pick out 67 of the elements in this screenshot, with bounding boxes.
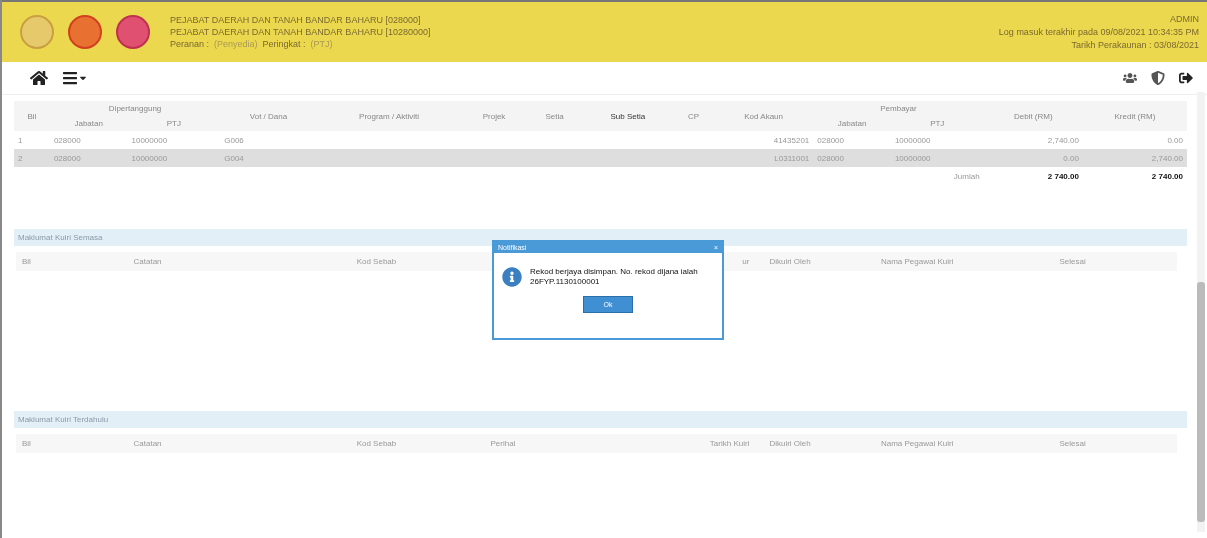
- column-header: Kod Sebab: [356, 257, 398, 266]
- table-cell: 028000: [49, 131, 128, 149]
- column-header: Setia: [526, 101, 583, 131]
- table-cell: G004: [220, 149, 317, 167]
- last-login: Log masuk terakhir pada 09/08/2021 10:34:35 PM: [998, 27, 1199, 37]
- users-icon[interactable]: [1123, 71, 1137, 85]
- column-header: Catatan: [133, 439, 163, 448]
- column-header: Nama Pegawai Kuiri: [880, 439, 955, 448]
- column-header: Program / Aktiviti: [316, 101, 462, 131]
- table-cell: G006: [220, 131, 317, 149]
- office-name: PEJABAT DAERAH DAN TANAH BANDAR BAHARU [10280000]: [170, 27, 432, 37]
- column-header: Jabatan: [49, 116, 128, 131]
- table-cell: 10000000: [127, 131, 221, 149]
- table-cell: 10000000: [890, 131, 984, 149]
- column-header: Bil: [22, 439, 32, 448]
- column-header: Pembayar: [813, 101, 984, 116]
- home-icon[interactable]: [30, 69, 48, 87]
- column-header: Dikuiri Oleh: [769, 257, 812, 266]
- column-header: Nama Pegawai Kuiri: [880, 257, 955, 266]
- column-header: CP: [673, 101, 714, 131]
- accounting-date: Tarikh Perakaunan : 03/08/2021: [1071, 40, 1199, 50]
- column-header: PTJ: [127, 116, 221, 131]
- column-header: Tarikh Kuiri: [708, 439, 751, 448]
- section-title: Maklumat Kuiri Semasa: [14, 229, 1187, 246]
- column-header: Selesai: [1059, 257, 1087, 266]
- column-header: Dikuiri Oleh: [769, 439, 812, 448]
- section-title: Maklumat Kuiri Terdahulu: [14, 411, 1187, 428]
- column-header: Debit (RM): [983, 101, 1083, 131]
- column-header: Perihal: [490, 439, 517, 448]
- column-header: Bil: [14, 101, 50, 131]
- level-label: Peringkat :: [262, 39, 306, 49]
- round-logo: [116, 15, 150, 49]
- table-row[interactable]: 1 028000 10000000 G006 41435201 028000 10000000 2,740.00 0.00: [14, 131, 1187, 149]
- column-header: Projek: [461, 101, 527, 131]
- logout-icon[interactable]: [1179, 71, 1193, 85]
- role-value: (Penyedia): [214, 39, 258, 49]
- column-header: ur: [741, 257, 751, 266]
- table-cell: 0.00: [1082, 131, 1187, 149]
- column-header: Kod Akaun: [713, 101, 814, 131]
- table-cell: 1: [14, 131, 50, 149]
- table-cell: 10000000: [890, 149, 984, 167]
- level-value: (PTJ): [310, 39, 333, 49]
- office-name: PEJABAT DAERAH DAN TANAH BANDAR BAHARU [028000]: [170, 15, 422, 25]
- column-header: Sub Setia: [582, 101, 674, 131]
- table-cell: 2,740.00: [1082, 149, 1187, 167]
- column-header: Dipertanggung: [49, 101, 221, 116]
- column-header: Selesai: [1059, 439, 1087, 448]
- table-cell: L0311001: [713, 149, 814, 167]
- table-cell: 41435201: [713, 131, 814, 149]
- table-cell: 028000: [813, 149, 891, 167]
- info-icon: [502, 267, 522, 287]
- shield-icon[interactable]: [1151, 71, 1165, 85]
- column-header: PTJ: [890, 116, 984, 131]
- table-cell: 028000: [49, 149, 128, 167]
- column-header: Kredit (RM): [1082, 101, 1187, 131]
- column-header: Jabatan: [813, 116, 891, 131]
- menu-icon[interactable]: [62, 70, 88, 86]
- user-name: ADMIN: [1170, 14, 1199, 24]
- dialog-message: Rekod berjaya disimpan. No. rekod dijana ialah 26FYP.1130100001: [530, 267, 699, 288]
- column-header: Vot / Dana: [220, 101, 317, 131]
- scrollbar[interactable]: [1197, 92, 1205, 532]
- column-header: Bil: [22, 257, 32, 266]
- column-header: Kod Sebab: [356, 439, 398, 448]
- table-cell: 2,740.00: [983, 131, 1083, 149]
- role-label: Peranan :: [170, 39, 210, 49]
- table-cell: 028000: [813, 131, 891, 149]
- column-header: Catatan: [133, 257, 163, 266]
